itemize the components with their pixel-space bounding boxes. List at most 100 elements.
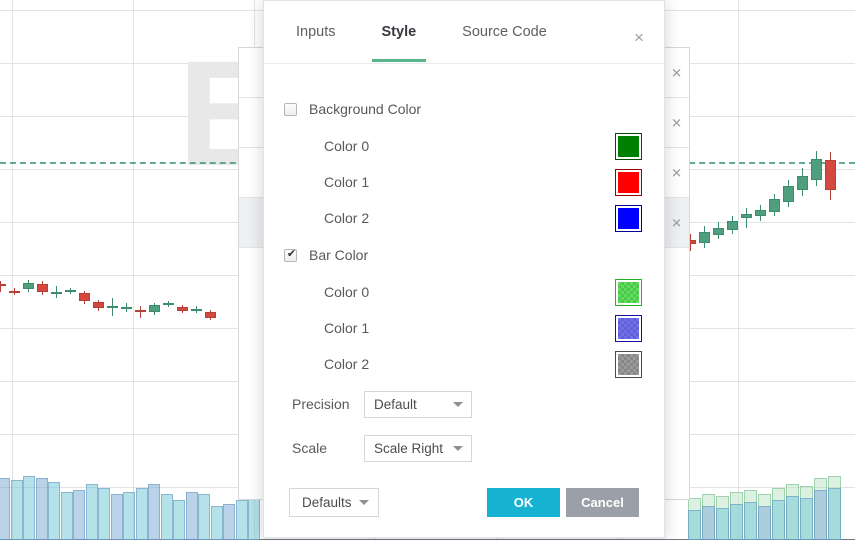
style-group-label: Bar Color <box>309 247 368 263</box>
volume-bar <box>688 510 701 540</box>
volume-bar <box>223 504 235 540</box>
candle-body <box>741 214 752 218</box>
color-swatch-wrapper <box>615 205 642 232</box>
color-row-label: Color 1 <box>324 174 369 190</box>
volume-bar <box>758 506 771 540</box>
close-icon[interactable]: ✕ <box>671 66 682 79</box>
field-label-scale: Scale <box>284 440 364 456</box>
candle-body <box>713 228 724 235</box>
volume-bar <box>786 496 799 540</box>
gridline-vertical <box>12 0 13 540</box>
volume-bar <box>23 476 35 540</box>
checkbox-bar-color[interactable] <box>284 249 297 262</box>
defaults-button[interactable]: Defaults <box>289 488 379 517</box>
tab-label: Source Code <box>462 24 547 40</box>
candle-body <box>797 176 808 190</box>
style-groups: Background ColorColor 0Color 1Color 2Bar… <box>284 90 644 382</box>
candle <box>191 306 202 313</box>
volume-bar <box>11 480 23 540</box>
color-swatch[interactable] <box>615 169 642 196</box>
color-swatch-wrapper <box>615 351 642 378</box>
color-swatch-fill <box>618 172 639 193</box>
volume-bar <box>702 506 715 540</box>
candle <box>9 288 20 295</box>
chevron-down-icon <box>359 500 369 505</box>
candle-body <box>79 293 90 301</box>
tab-inputs[interactable]: Inputs <box>284 1 348 62</box>
close-icon[interactable]: × <box>628 26 650 48</box>
tab-style[interactable]: Style <box>370 1 429 62</box>
candle <box>23 280 34 292</box>
volume-bar <box>136 488 148 540</box>
field-row: PrecisionDefault <box>284 382 644 426</box>
candle-body <box>37 284 48 292</box>
color-swatch-wrapper <box>615 169 642 196</box>
candle <box>149 303 160 315</box>
candle-wick <box>746 208 747 228</box>
candle <box>51 286 62 298</box>
style-fields: PrecisionDefault Scale Scale Right <box>284 382 644 467</box>
color-row-label: Color 0 <box>324 284 369 300</box>
close-icon[interactable]: ✕ <box>671 116 682 129</box>
select-value: Scale Right <box>374 441 443 456</box>
candle-body <box>755 210 766 216</box>
volume-bar <box>0 478 10 540</box>
candle-body <box>107 306 118 308</box>
candle-body <box>0 284 6 286</box>
close-icon[interactable]: ✕ <box>671 216 682 229</box>
style-settings-dialog: Inputs Style Source Code × Background Colo… <box>263 0 665 538</box>
candle <box>107 298 118 316</box>
chevron-down-icon <box>453 402 463 407</box>
candle-body <box>93 302 104 308</box>
color-swatch-wrapper <box>615 133 642 160</box>
candle <box>135 306 146 318</box>
candle-body <box>811 159 822 180</box>
candle <box>65 288 76 294</box>
chevron-down-icon <box>453 446 463 451</box>
field-row: Scale Scale Right <box>284 426 644 467</box>
candle-body <box>51 292 62 294</box>
style-group-header: Bar Color <box>284 236 644 274</box>
tab-label: Style <box>382 24 417 40</box>
tab-source-code[interactable]: Source Code <box>450 1 559 62</box>
candle-body <box>783 186 794 202</box>
candle <box>713 222 724 239</box>
color-swatch[interactable] <box>615 315 642 342</box>
checkbox-background-color[interactable] <box>284 103 297 116</box>
select-scale[interactable]: Scale Right <box>364 435 472 462</box>
select-precision[interactable]: Default <box>364 391 472 418</box>
volume-bar <box>161 494 173 540</box>
candle <box>93 300 104 311</box>
candle-body <box>163 303 174 305</box>
gridline-vertical <box>738 0 739 540</box>
volume-bar <box>198 494 210 540</box>
color-swatch[interactable] <box>615 133 642 160</box>
ok-button[interactable]: OK <box>487 488 560 517</box>
candle <box>727 216 738 234</box>
candle <box>37 281 48 295</box>
cancel-button[interactable]: Cancel <box>566 488 639 517</box>
candle <box>0 281 6 292</box>
candle-body <box>699 232 710 243</box>
color-swatch[interactable] <box>615 351 642 378</box>
volume-bar <box>173 500 185 540</box>
color-swatch[interactable] <box>615 279 642 306</box>
volume-bar <box>772 500 785 540</box>
style-group-label: Background Color <box>309 101 421 117</box>
style-group-header: Background Color <box>284 90 644 128</box>
candle <box>699 226 710 248</box>
color-row: Color 0 <box>284 274 644 310</box>
candle <box>769 194 780 216</box>
candle-body <box>205 312 216 318</box>
defaults-button-label: Defaults <box>302 495 352 510</box>
dialog-tabs: Inputs Style Source Code <box>264 1 581 62</box>
close-icon[interactable]: ✕ <box>671 166 682 179</box>
candle-body <box>121 307 132 309</box>
volume-bar <box>98 488 110 540</box>
candle <box>755 205 766 221</box>
color-swatch-fill <box>618 208 639 229</box>
candle <box>797 168 808 196</box>
candle-body <box>9 291 20 293</box>
candle-body <box>191 309 202 311</box>
color-swatch[interactable] <box>615 205 642 232</box>
